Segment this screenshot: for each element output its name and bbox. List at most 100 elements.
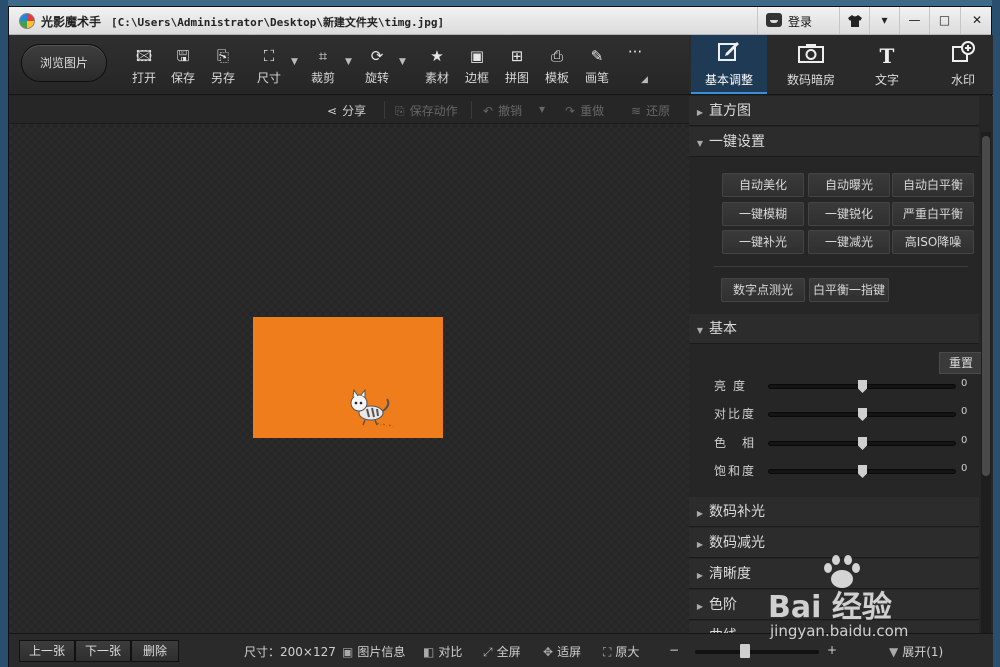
rotate-label: 旋转: [364, 71, 389, 85]
size-dropdown-caret[interactable]: ▼: [291, 57, 301, 67]
window-title: 光影魔术手 [C:\Users\Administrator\Desktop\新建文…: [41, 13, 444, 30]
contrast-slider-row: 对比度 0: [689, 404, 979, 424]
contrast-slider-thumb[interactable]: [858, 408, 867, 421]
collapse-arrow-icon: ▼: [696, 326, 704, 335]
previous-image-button[interactable]: 上一张: [19, 640, 75, 662]
severe-white-balance-button[interactable]: 严重白平衡: [892, 202, 974, 226]
rotate-dropdown-caret[interactable]: ▼: [399, 57, 409, 67]
share-button[interactable]: ⋖ 分享: [327, 102, 366, 119]
crop-button[interactable]: ⌗ 裁剪: [303, 45, 343, 89]
saturation-slider[interactable]: [768, 465, 956, 478]
undo-button[interactable]: ↶ 撤销: [483, 102, 522, 119]
original-size-button[interactable]: ⛶ 原大: [603, 643, 639, 660]
login-button[interactable]: 登录: [757, 7, 839, 34]
digital-spot-metering-button[interactable]: 数字点测光: [721, 278, 805, 302]
undo-dropdown-caret[interactable]: ▾: [539, 102, 545, 116]
section-curves[interactable]: ▶曲线: [689, 621, 979, 633]
fullscreen-button[interactable]: ⤢ 全屏: [483, 643, 521, 660]
compare-label: 对比: [438, 645, 463, 659]
tab-digital-darkroom[interactable]: 数码暗房: [773, 35, 849, 94]
browse-images-button[interactable]: 浏览图片: [21, 44, 107, 82]
material-button[interactable]: ★ 素材: [417, 45, 457, 89]
brightness-slider[interactable]: [768, 380, 956, 393]
menu-button[interactable]: ▾: [869, 7, 899, 34]
template-button[interactable]: ⎙ 模板: [537, 45, 577, 89]
rotate-icon: ⟳: [370, 47, 384, 65]
section-digital-fill-light[interactable]: ▶ 数码补光: [689, 497, 979, 527]
open-button[interactable]: 🖾 打开: [124, 45, 164, 89]
panel-scrollbar-thumb[interactable]: [982, 136, 990, 476]
section-levels[interactable]: ▶ 色阶: [689, 590, 979, 620]
panel-scrollbar[interactable]: [981, 132, 991, 633]
one-click-blur-button[interactable]: 一键模糊: [722, 202, 804, 226]
open-icon: 🖾: [135, 47, 153, 65]
app-logo-icon: [19, 13, 35, 29]
save-button[interactable]: 🖫 保存: [163, 45, 203, 89]
separator: [384, 101, 385, 119]
brush-label: 画笔: [584, 71, 609, 85]
tab-text[interactable]: T 文字: [849, 35, 925, 94]
next-image-button[interactable]: 下一张: [75, 640, 131, 662]
section-histogram[interactable]: ▶ 直方图: [689, 96, 979, 126]
expand-filmstrip-button[interactable]: ▼ 展开(1): [889, 643, 943, 660]
auto-white-balance-button[interactable]: 自动白平衡: [892, 173, 974, 197]
border-button[interactable]: ▣ 边框: [457, 45, 497, 89]
redo-label: 重做: [580, 104, 605, 118]
size-button[interactable]: ⛶ 尺寸: [249, 45, 289, 89]
zoom-out-button[interactable]: −: [669, 643, 679, 657]
crop-dropdown-caret[interactable]: ▼: [345, 57, 355, 67]
hue-slider[interactable]: [768, 437, 956, 450]
collage-button[interactable]: ⊞ 拼图: [497, 45, 537, 89]
photo-preview[interactable]: [253, 317, 443, 438]
white-balance-picker-button[interactable]: 白平衡一指键: [809, 278, 889, 302]
maximize-button[interactable]: □: [929, 7, 959, 34]
collapse-arrow-icon: ▼: [696, 139, 704, 148]
desktop-icons-strip-left: [0, 0, 8, 667]
fit-screen-button[interactable]: ✥ 适屏: [543, 643, 581, 660]
tab-watermark[interactable]: 水印: [925, 35, 1000, 94]
section-digital-reduce-light[interactable]: ▶ 数码减光: [689, 528, 979, 558]
section-one-click[interactable]: ▼ 一键设置: [689, 127, 979, 157]
compare-button[interactable]: ◧ 对比: [423, 643, 462, 660]
delete-button[interactable]: 删除: [131, 640, 179, 662]
divider: [714, 266, 968, 267]
redo-button[interactable]: ↷ 重做: [565, 102, 604, 119]
restore-button[interactable]: ≋ 还原: [631, 102, 670, 119]
zoom-slider[interactable]: [695, 644, 819, 658]
skin-button[interactable]: [839, 7, 869, 34]
hue-slider-thumb[interactable]: [858, 437, 867, 450]
fullscreen-label: 全屏: [496, 645, 521, 659]
auto-beautify-button[interactable]: 自动美化: [722, 173, 804, 197]
image-info-button[interactable]: ▣ 图片信息: [342, 643, 405, 660]
one-click-sharpen-button[interactable]: 一键锐化: [808, 202, 890, 226]
saturation-slider-thumb[interactable]: [858, 465, 867, 478]
image-canvas[interactable]: [9, 124, 689, 633]
brightness-slider-thumb[interactable]: [858, 380, 867, 393]
size-icon: ⛶: [263, 47, 275, 65]
save-icon: 🖫: [176, 47, 190, 65]
toolbar-expand-caret[interactable]: ◢: [641, 75, 651, 85]
expand-arrow-icon: ▶: [696, 602, 704, 611]
high-iso-denoise-button[interactable]: 高ISO降噪: [892, 230, 974, 254]
save-action-button[interactable]: ⎘ 保存动作: [395, 102, 458, 119]
section-clarity[interactable]: ▶ 清晰度: [689, 559, 979, 589]
tab-basic-adjust[interactable]: 基本调整: [691, 35, 767, 94]
section-basic[interactable]: ▼ 基本: [689, 314, 979, 344]
zoom-in-button[interactable]: +: [827, 643, 837, 657]
close-button[interactable]: ✕: [960, 7, 993, 34]
hue-value: 0: [961, 435, 968, 446]
reset-button[interactable]: 重置: [939, 352, 983, 374]
save-as-button[interactable]: ⎘ 另存: [203, 45, 243, 89]
one-click-reduce-light-button[interactable]: 一键减光: [808, 230, 890, 254]
zoom-slider-thumb[interactable]: [739, 644, 750, 658]
minimize-button[interactable]: —: [899, 7, 929, 34]
close-icon: ✕: [971, 13, 983, 27]
one-click-fill-light-button[interactable]: 一键补光: [722, 230, 804, 254]
brush-button[interactable]: ✎ 画笔: [577, 45, 617, 89]
clarity-label: 清晰度: [709, 566, 751, 582]
auto-exposure-button[interactable]: 自动曝光: [808, 173, 890, 197]
tab-watermark-label: 水印: [950, 73, 975, 87]
rotate-button[interactable]: ⟳ 旋转: [357, 45, 397, 89]
restore-label: 还原: [646, 104, 671, 118]
contrast-slider[interactable]: [768, 408, 956, 421]
